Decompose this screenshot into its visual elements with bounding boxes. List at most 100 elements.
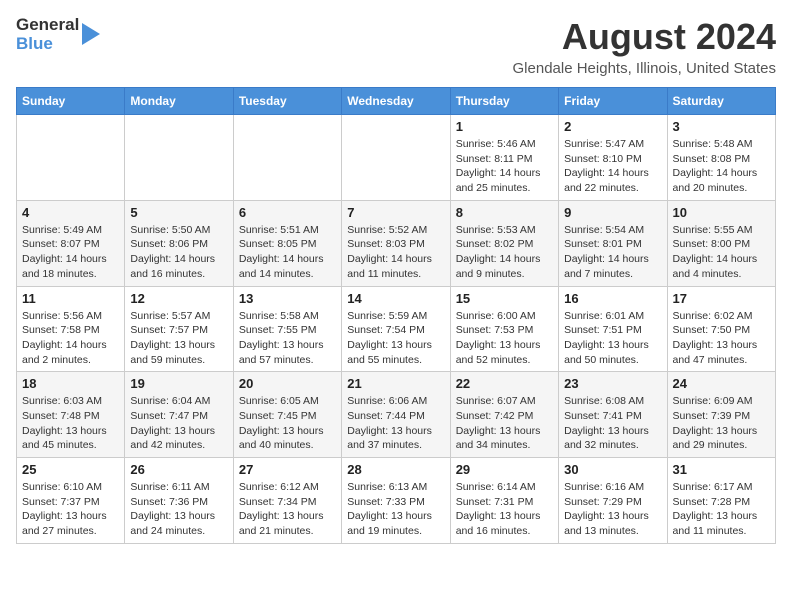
cell-day-number: 16 [564, 291, 661, 306]
cell-day-number: 17 [673, 291, 770, 306]
weekday-header: Saturday [667, 88, 775, 115]
calendar-cell: 9Sunrise: 5:54 AMSunset: 8:01 PMDaylight… [559, 200, 667, 286]
calendar-cell: 5 Sunrise: 5:50 AMSunset: 8:06 PMDaylight… [125, 200, 233, 286]
cell-daylight-info: Sunrise: 5:59 AMSunset: 7:54 PMDaylight:… [347, 309, 444, 368]
cell-day-number: 11 [22, 291, 119, 306]
logo-arrow-icon [82, 23, 100, 45]
cell-daylight-info: Sunrise: 6:05 AMSunset: 7:45 PMDaylight:… [239, 394, 336, 453]
cell-day-number: 9 [564, 205, 661, 220]
logo-line1: General [16, 16, 79, 35]
cell-day-number: 10 [673, 205, 770, 220]
calendar-cell: 30 Sunrise: 6:16 AMSunset: 7:29 PMDayligh… [559, 458, 667, 544]
calendar-table: SundayMondayTuesdayWednesdayThursdayFrid… [16, 87, 776, 544]
cell-day-number: 26 [130, 462, 227, 477]
cell-daylight-info: Sunrise: 5:58 AMSunset: 7:55 PMDaylight:… [239, 309, 336, 368]
cell-daylight-info: Sunrise: 5:56 AMSunset: 7:58 PMDaylight:… [22, 309, 119, 368]
calendar-cell: 23 Sunrise: 6:08 AMSunset: 7:41 PMDayligh… [559, 372, 667, 458]
cell-daylight-info: Sunrise: 5:47 AMSunset: 8:10 PMDaylight:… [564, 137, 661, 196]
calendar-week-row: 4 Sunrise: 5:49 AMSunset: 8:07 PMDaylight… [17, 200, 776, 286]
weekday-header: Tuesday [233, 88, 341, 115]
cell-daylight-info: Sunrise: 6:01 AMSunset: 7:51 PMDaylight:… [564, 309, 661, 368]
weekday-header: Sunday [17, 88, 125, 115]
calendar-cell: 7Sunrise: 5:52 AMSunset: 8:03 PMDaylight… [342, 200, 450, 286]
calendar-cell: 18Sunrise: 6:03 AMSunset: 7:48 PMDayligh… [17, 372, 125, 458]
cell-day-number: 31 [673, 462, 770, 477]
calendar-cell: 19Sunrise: 6:04 AMSunset: 7:47 PMDayligh… [125, 372, 233, 458]
calendar-cell: 8 Sunrise: 5:53 AMSunset: 8:02 PMDaylight… [450, 200, 558, 286]
month-title: August 2024 [513, 16, 776, 58]
weekday-header: Thursday [450, 88, 558, 115]
cell-daylight-info: Sunrise: 5:55 AMSunset: 8:00 PMDaylight:… [673, 223, 770, 282]
cell-day-number: 30 [564, 462, 661, 477]
cell-daylight-info: Sunrise: 5:49 AMSunset: 8:07 PMDaylight:… [22, 223, 119, 282]
cell-day-number: 23 [564, 376, 661, 391]
cell-daylight-info: Sunrise: 6:17 AMSunset: 7:28 PMDaylight:… [673, 480, 770, 539]
calendar-week-row: 25 Sunrise: 6:10 AMSunset: 7:37 PMDayligh… [17, 458, 776, 544]
cell-day-number: 20 [239, 376, 336, 391]
calendar-cell: 3Sunrise: 5:48 AMSunset: 8:08 PMDaylight… [667, 115, 775, 201]
cell-day-number: 27 [239, 462, 336, 477]
cell-daylight-info: Sunrise: 6:04 AMSunset: 7:47 PMDaylight:… [130, 394, 227, 453]
logo-line2: Blue [16, 35, 79, 54]
cell-daylight-info: Sunrise: 5:50 AMSunset: 8:06 PMDaylight:… [130, 223, 227, 282]
cell-day-number: 4 [22, 205, 119, 220]
calendar-cell: 12 Sunrise: 5:57 AMSunset: 7:57 PMDayligh… [125, 286, 233, 372]
cell-daylight-info: Sunrise: 6:12 AMSunset: 7:34 PMDaylight:… [239, 480, 336, 539]
calendar-week-row: 11 Sunrise: 5:56 AMSunset: 7:58 PMDayligh… [17, 286, 776, 372]
calendar-cell: 4 Sunrise: 5:49 AMSunset: 8:07 PMDaylight… [17, 200, 125, 286]
calendar-cell: 22Sunrise: 6:07 AMSunset: 7:42 PMDayligh… [450, 372, 558, 458]
weekday-header: Monday [125, 88, 233, 115]
calendar-cell: 21 Sunrise: 6:06 AMSunset: 7:44 PMDayligh… [342, 372, 450, 458]
cell-day-number: 13 [239, 291, 336, 306]
cell-daylight-info: Sunrise: 6:10 AMSunset: 7:37 PMDaylight:… [22, 480, 119, 539]
cell-day-number: 5 [130, 205, 227, 220]
cell-day-number: 24 [673, 376, 770, 391]
cell-daylight-info: Sunrise: 6:06 AMSunset: 7:44 PMDaylight:… [347, 394, 444, 453]
calendar-cell: 31 Sunrise: 6:17 AMSunset: 7:28 PMDayligh… [667, 458, 775, 544]
calendar-cell: 11 Sunrise: 5:56 AMSunset: 7:58 PMDayligh… [17, 286, 125, 372]
cell-day-number: 29 [456, 462, 553, 477]
calendar-cell: 24Sunrise: 6:09 AMSunset: 7:39 PMDayligh… [667, 372, 775, 458]
calendar-cell: 6 Sunrise: 5:51 AMSunset: 8:05 PMDaylight… [233, 200, 341, 286]
cell-daylight-info: Sunrise: 5:48 AMSunset: 8:08 PMDaylight:… [673, 137, 770, 196]
cell-day-number: 25 [22, 462, 119, 477]
calendar-cell [17, 115, 125, 201]
calendar-cell: 1Sunrise: 5:46 AMSunset: 8:11 PMDaylight… [450, 115, 558, 201]
cell-daylight-info: Sunrise: 6:14 AMSunset: 7:31 PMDaylight:… [456, 480, 553, 539]
page-header: General Blue August 2024 Glendale Height… [16, 16, 776, 77]
cell-daylight-info: Sunrise: 6:11 AMSunset: 7:36 PMDaylight:… [130, 480, 227, 539]
cell-daylight-info: Sunrise: 5:51 AMSunset: 8:05 PMDaylight:… [239, 223, 336, 282]
cell-daylight-info: Sunrise: 6:02 AMSunset: 7:50 PMDaylight:… [673, 309, 770, 368]
cell-daylight-info: Sunrise: 6:08 AMSunset: 7:41 PMDaylight:… [564, 394, 661, 453]
location-title: Glendale Heights, Illinois, United State… [513, 60, 776, 77]
calendar-cell: 17 Sunrise: 6:02 AMSunset: 7:50 PMDayligh… [667, 286, 775, 372]
calendar-cell: 16 Sunrise: 6:01 AMSunset: 7:51 PMDayligh… [559, 286, 667, 372]
cell-daylight-info: Sunrise: 6:16 AMSunset: 7:29 PMDaylight:… [564, 480, 661, 539]
cell-daylight-info: Sunrise: 6:07 AMSunset: 7:42 PMDaylight:… [456, 394, 553, 453]
cell-daylight-info: Sunrise: 6:00 AMSunset: 7:53 PMDaylight:… [456, 309, 553, 368]
cell-day-number: 14 [347, 291, 444, 306]
cell-daylight-info: Sunrise: 5:57 AMSunset: 7:57 PMDaylight:… [130, 309, 227, 368]
cell-day-number: 15 [456, 291, 553, 306]
cell-daylight-info: Sunrise: 5:53 AMSunset: 8:02 PMDaylight:… [456, 223, 553, 282]
calendar-cell: 29 Sunrise: 6:14 AMSunset: 7:31 PMDayligh… [450, 458, 558, 544]
weekday-header: Friday [559, 88, 667, 115]
cell-day-number: 28 [347, 462, 444, 477]
cell-daylight-info: Sunrise: 6:13 AMSunset: 7:33 PMDaylight:… [347, 480, 444, 539]
cell-day-number: 7 [347, 205, 444, 220]
title-section: August 2024 Glendale Heights, Illinois, … [513, 16, 776, 77]
calendar-cell: 2 Sunrise: 5:47 AMSunset: 8:10 PMDaylight… [559, 115, 667, 201]
calendar-cell [233, 115, 341, 201]
calendar-cell: 25 Sunrise: 6:10 AMSunset: 7:37 PMDayligh… [17, 458, 125, 544]
cell-day-number: 12 [130, 291, 227, 306]
cell-day-number: 6 [239, 205, 336, 220]
calendar-cell: 14 Sunrise: 5:59 AMSunset: 7:54 PMDayligh… [342, 286, 450, 372]
cell-day-number: 2 [564, 119, 661, 134]
calendar-cell [125, 115, 233, 201]
calendar-week-row: 18Sunrise: 6:03 AMSunset: 7:48 PMDayligh… [17, 372, 776, 458]
calendar-cell: 13 Sunrise: 5:58 AMSunset: 7:55 PMDayligh… [233, 286, 341, 372]
cell-day-number: 8 [456, 205, 553, 220]
weekday-header: Wednesday [342, 88, 450, 115]
cell-day-number: 21 [347, 376, 444, 391]
cell-daylight-info: Sunrise: 6:03 AMSunset: 7:48 PMDaylight:… [22, 394, 119, 453]
